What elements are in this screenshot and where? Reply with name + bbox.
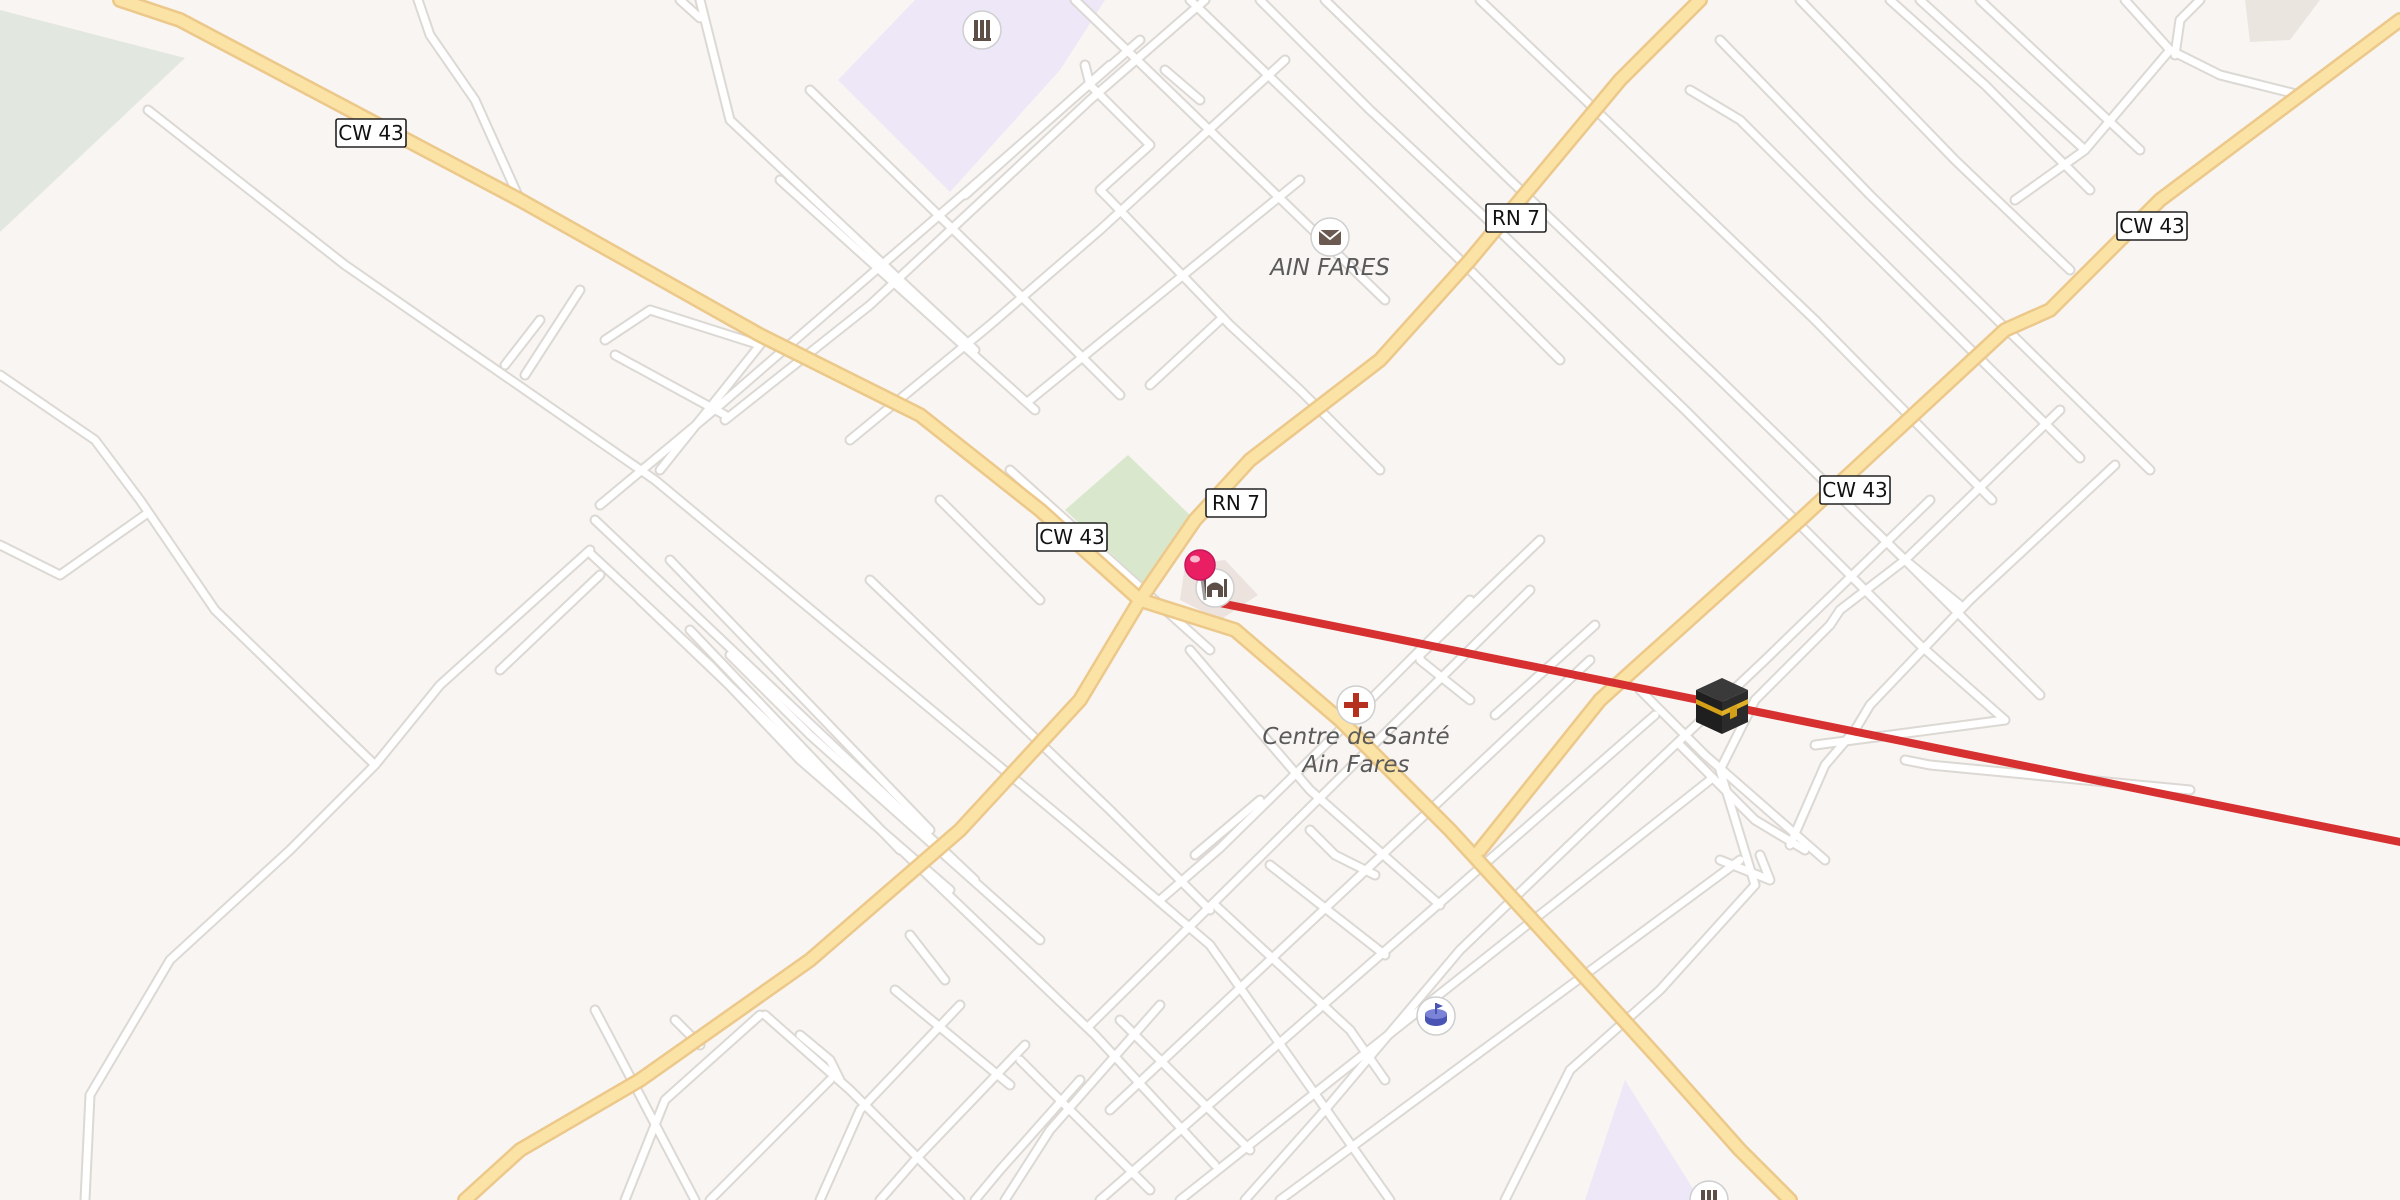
map-canvas[interactable]: CW 43 CW 43 CW 43 CW 43 RN 7 RN 7 AIN FA…: [0, 0, 2400, 1200]
school-icon-south[interactable]: [1689, 1180, 1729, 1200]
road-label-rn7-a: RN 7: [1485, 203, 1547, 233]
road-label-rn7-b: RN 7: [1205, 488, 1267, 518]
svg-text:CW 43: CW 43: [2119, 214, 2185, 238]
road-label-cw43-c: CW 43: [1819, 475, 1891, 505]
park-area: [1065, 455, 1195, 585]
cross-icon[interactable]: [1336, 685, 1376, 725]
health-center-label-line2: Ain Fares: [1301, 752, 1410, 778]
health-center-label-line1: Centre de Santé: [1262, 724, 1449, 750]
kaaba-icon[interactable]: [1696, 678, 1748, 734]
svg-text:CW 43: CW 43: [1822, 478, 1888, 502]
road-label-cw43-d: CW 43: [2116, 211, 2188, 241]
school-area-south: [1585, 1080, 1700, 1200]
stadium-icon[interactable]: [1416, 996, 1456, 1036]
svg-text:RN 7: RN 7: [1212, 491, 1260, 515]
town-name-label: AIN FARES: [1268, 255, 1390, 281]
building-northeast: [2245, 0, 2320, 42]
svg-text:CW 43: CW 43: [1039, 525, 1105, 549]
envelope-icon[interactable]: [1310, 217, 1350, 257]
svg-text:CW 43: CW 43: [338, 121, 404, 145]
svg-text:RN 7: RN 7: [1492, 206, 1540, 230]
school-icon[interactable]: [962, 10, 1002, 50]
road-label-cw43-a: CW 43: [335, 118, 407, 148]
road-label-cw43-b: CW 43: [1036, 522, 1108, 552]
